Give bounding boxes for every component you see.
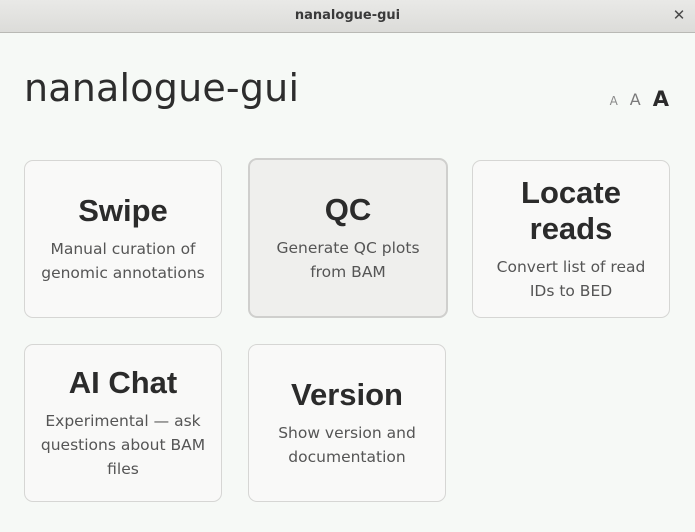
window-title: nanalogue-gui [294,8,401,23]
card-description: Generate QC plots from BAM [276,239,420,281]
qc-card[interactable]: QC Generate QC plots from BAM [248,158,448,318]
card-description: Manual curation of genomic annotations [41,240,205,282]
swipe-card[interactable]: Swipe Manual curation of genomic annotat… [24,160,222,318]
font-size-medium-button[interactable]: A [630,92,641,110]
card-description: Experimental — ask questions about BAM f… [40,412,206,478]
card-title: AI Chat [68,365,178,400]
card-title: QC [324,192,372,227]
font-size-large-button[interactable]: A [653,89,669,110]
font-size-controls: A A A [610,82,669,110]
version-card[interactable]: Version Show version and documentation [248,344,446,502]
app-title: nanalogue-gui [24,66,300,110]
ai-chat-card[interactable]: AI Chat Experimental — ask questions abo… [24,344,222,502]
locate-reads-card[interactable]: Locate reads Convert list of read IDs to… [472,160,670,318]
card-description: Convert list of read IDs to BED [496,258,646,300]
card-description: Show version and documentation [278,424,416,466]
card-title: Swipe [78,193,168,228]
card-title: Locate reads [521,175,621,246]
window-titlebar: nanalogue-gui ✕ [0,0,695,33]
card-title: Version [291,377,403,412]
close-icon[interactable]: ✕ [671,5,687,25]
font-size-small-button[interactable]: A [610,95,618,110]
